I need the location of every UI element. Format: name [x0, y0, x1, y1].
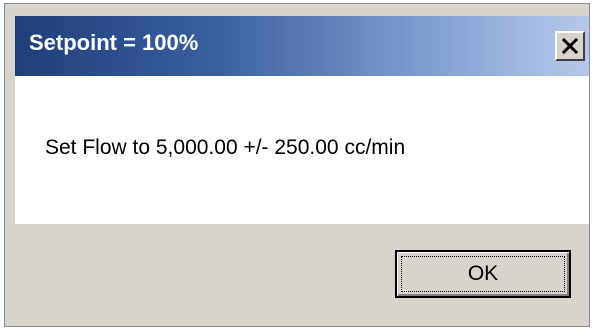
close-button[interactable]	[555, 31, 585, 61]
ok-button-label: OK	[401, 256, 565, 292]
message-area: Set Flow to 5,000.00 +/- 250.00 cc/min	[15, 76, 589, 224]
ok-button[interactable]: OK	[395, 250, 571, 298]
close-icon	[562, 38, 578, 54]
button-area: OK	[15, 224, 589, 326]
dialog-window: Setpoint = 100% Set Flow to 5,000.00 +/-…	[4, 3, 590, 327]
message-text: Set Flow to 5,000.00 +/- 250.00 cc/min	[45, 136, 406, 159]
title-bar[interactable]: Setpoint = 100%	[15, 16, 589, 76]
dialog-title: Setpoint = 100%	[29, 30, 199, 55]
